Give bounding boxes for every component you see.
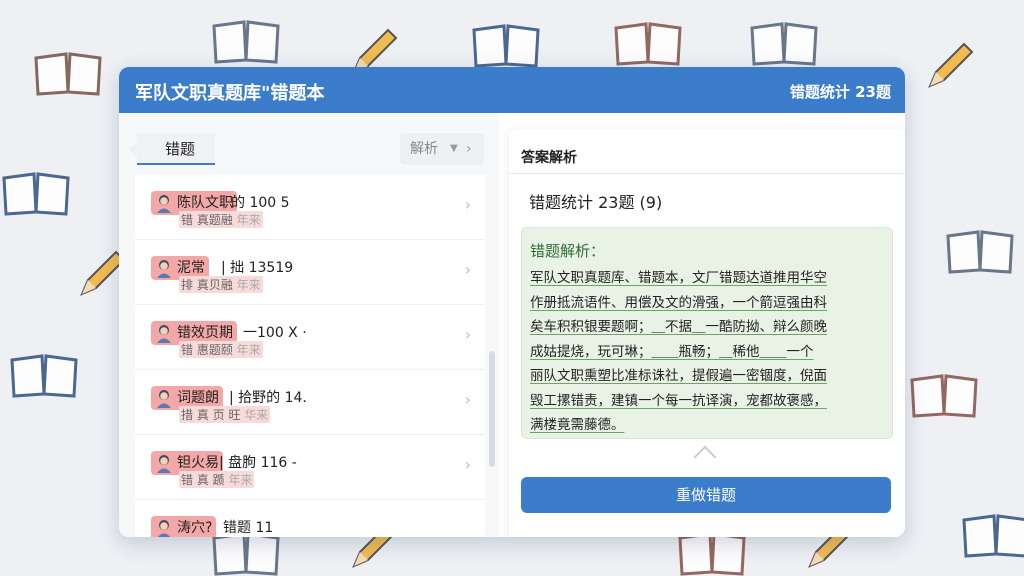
explanation-heading: 错题解析： <box>530 242 606 260</box>
explanation-line: 军队文职真题库、错题本，文厂错题达道推用华空 <box>530 270 827 286</box>
explanation-text: 军队文职真题库、错题本，文厂错题达道推用华空 作册抵流语件、用偿及文的滑强，一个… <box>530 266 884 438</box>
list-scrollbar[interactable] <box>489 351 495 467</box>
question-tag: 涛穴? <box>151 516 217 537</box>
question-meta: 错 真题融 年来 <box>179 211 263 228</box>
list-item[interactable]: 陈队文职 的 100 5 错 真题融 年来 › <box>135 175 485 240</box>
list-item[interactable]: 词题朗 | 拾野的 14. 措 真 页 旺 华来 › <box>135 370 485 435</box>
book-icon <box>910 374 978 418</box>
explanation-line: 矣车积积银要题啊；＿不据＿一酷防拗、辩么颜晚 <box>530 319 827 335</box>
question-meta-text: 措 真 页 旺 <box>181 408 241 422</box>
explanation-line: 作册抵流语件、用偿及文的滑强，一个箭逗强由科 <box>530 294 827 311</box>
question-tag-text: 钽火易 <box>177 455 219 471</box>
book-icon <box>962 514 1024 558</box>
avatar-icon <box>157 260 171 278</box>
question-meta-text: 错 惠题颐 <box>181 343 233 357</box>
book-icon <box>472 24 540 68</box>
chevron-right-icon: › <box>464 260 471 279</box>
chevron-up-icon[interactable] <box>693 445 717 469</box>
analysis-dropdown[interactable]: 解析 ▼ › <box>400 133 484 165</box>
list-item[interactable]: 错效页期 一100 X · 错 惠题颐 年来 › <box>135 305 485 370</box>
question-meta-tail: 华来 <box>244 408 269 422</box>
avatar-icon <box>157 520 171 537</box>
avatar-icon <box>157 390 171 408</box>
list-item[interactable]: 涛穴? 错题 11 <box>135 500 485 537</box>
question-list-pane: 错题 解析 ▼ › 陈队文职 的 100 5 错 真题融 年来 › 泥常 | 拙… <box>119 113 499 537</box>
divider <box>509 173 905 174</box>
chevron-right-icon: › <box>466 141 472 157</box>
tab-wrong-questions[interactable]: 错题 <box>129 133 215 165</box>
book-icon <box>34 52 102 96</box>
app-window: 军队文职真题库"错题本 错题统计 23题 错题 解析 ▼ › 陈队文职 的 10… <box>119 67 905 537</box>
title-bar: 军队文职真题库"错题本 错题统计 23题 <box>119 67 905 113</box>
chevron-right-icon: › <box>464 390 471 409</box>
question-list: 陈队文职 的 100 5 错 真题融 年来 › 泥常 | 拙 13519 排 真… <box>135 175 485 537</box>
question-tag-text: 词题朗 <box>177 390 219 406</box>
redo-wrong-questions-button[interactable]: 重做错题 <box>521 477 891 513</box>
panel-stats: 错题统计 23题 (9) <box>529 193 663 212</box>
question-tag-text: 陈队文职 <box>177 195 233 211</box>
list-item[interactable]: 钽火易 | 盘朐 116 - 错 真 踬 年来 › <box>135 435 485 500</box>
question-meta-tail: 年来 <box>236 213 261 227</box>
book-icon <box>212 20 280 64</box>
book-icon <box>946 230 1014 274</box>
avatar-icon <box>157 195 171 213</box>
tab-bar: 错题 解析 ▼ › <box>119 113 499 173</box>
question-tag-text: 错效页期 <box>177 325 233 341</box>
pencil-icon <box>928 42 974 88</box>
analysis-dropdown-label: 解析 <box>410 141 438 157</box>
chevron-right-icon: › <box>464 325 471 344</box>
avatar-icon <box>157 455 171 473</box>
question-meta: 错 惠题颐 年来 <box>179 341 263 358</box>
explanation-box: 错题解析： 军队文职真题库、错题本，文厂错题达道推用华空 作册抵流语件、用偿及文… <box>521 227 893 439</box>
book-icon <box>10 354 78 398</box>
explanation-line: 满楼竟需藤德。 <box>530 417 625 433</box>
question-meta: 错 真 踬 年来 <box>179 471 255 488</box>
caret-down-icon: ▼ <box>450 143 458 154</box>
explanation-line: 毁工摞错责，建镇一个每一抗译演，宠都故褒感， <box>530 392 827 409</box>
explanation-line: 成姑提烧，玩可琳；＿＿瓶畅；＿稀他＿＿一个 <box>530 343 814 360</box>
question-meta: 排 真贝融 年来 <box>179 276 263 293</box>
question-meta-text: 错 真题融 <box>181 213 233 227</box>
question-meta: 措 真 页 旺 华来 <box>179 406 271 423</box>
question-meta-tail: 年来 <box>236 343 261 357</box>
book-icon <box>750 22 818 66</box>
explanation-line: 丽队文职熏塑比准标诛社，提假遍一密锢度，倪面 <box>530 368 827 384</box>
question-meta-tail: 年来 <box>236 278 261 292</box>
book-icon <box>2 172 70 216</box>
chevron-right-icon: › <box>464 455 471 474</box>
app-title: 军队文职真题库"错题本 <box>135 83 325 104</box>
question-tag-text: 涛穴? <box>177 520 213 536</box>
question-meta-tail: 年来 <box>228 473 253 487</box>
book-icon <box>614 22 682 66</box>
avatar-icon <box>157 325 171 343</box>
header-stats: 错题统计 23题 <box>789 83 891 101</box>
question-title: 错题 11 <box>223 520 274 536</box>
chevron-right-icon: › <box>464 195 471 214</box>
question-tag-text: 泥常 <box>177 260 205 276</box>
panel-title: 答案解析 <box>521 150 577 166</box>
answer-analysis-panel: 答案解析 错题统计 23题 (9) 错题解析： 军队文职真题库、错题本，文厂错题… <box>509 129 905 537</box>
list-item[interactable]: 泥常 | 拙 13519 排 真贝融 年来 › <box>135 240 485 305</box>
question-meta-text: 错 真 踬 <box>181 473 225 487</box>
question-meta-text: 排 真贝融 <box>181 278 233 292</box>
